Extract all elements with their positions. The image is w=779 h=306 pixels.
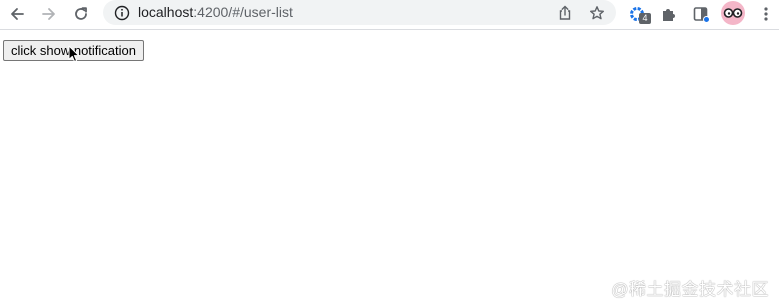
url-path: :4200/#/user-list bbox=[193, 4, 293, 20]
address-bar[interactable]: localhost:4200/#/user-list bbox=[103, 0, 616, 25]
reload-button[interactable] bbox=[69, 2, 93, 26]
watermark-text: @稀土掘金技术社区 bbox=[611, 280, 769, 299]
bookmark-button[interactable] bbox=[586, 2, 608, 24]
info-icon[interactable] bbox=[113, 4, 131, 22]
page-content: click show notification bbox=[0, 30, 779, 306]
back-button[interactable] bbox=[5, 2, 29, 26]
mouse-pointer-icon bbox=[68, 45, 80, 62]
browser-toolbar: localhost:4200/#/user-list 4 bbox=[0, 0, 779, 30]
kebab-menu-icon bbox=[764, 7, 768, 21]
menu-button[interactable] bbox=[754, 2, 778, 26]
reload-icon bbox=[75, 7, 87, 20]
forward-button[interactable] bbox=[37, 2, 61, 26]
side-panel-button[interactable] bbox=[689, 2, 713, 26]
avatar-glasses-icon bbox=[723, 8, 743, 18]
extensions-menu-button[interactable] bbox=[657, 2, 681, 26]
url-host: localhost bbox=[138, 4, 194, 20]
profile-avatar[interactable] bbox=[721, 1, 745, 25]
share-button[interactable] bbox=[554, 2, 576, 24]
star-icon bbox=[590, 6, 604, 20]
side-panel-icon bbox=[693, 7, 710, 23]
share-icon bbox=[559, 5, 571, 20]
url-text[interactable]: localhost:4200/#/user-list bbox=[138, 4, 293, 21]
arrow-left-icon bbox=[11, 8, 24, 20]
arrow-right-icon bbox=[42, 8, 55, 20]
extension-badge: 4 bbox=[639, 13, 651, 24]
puzzle-icon bbox=[663, 9, 675, 21]
